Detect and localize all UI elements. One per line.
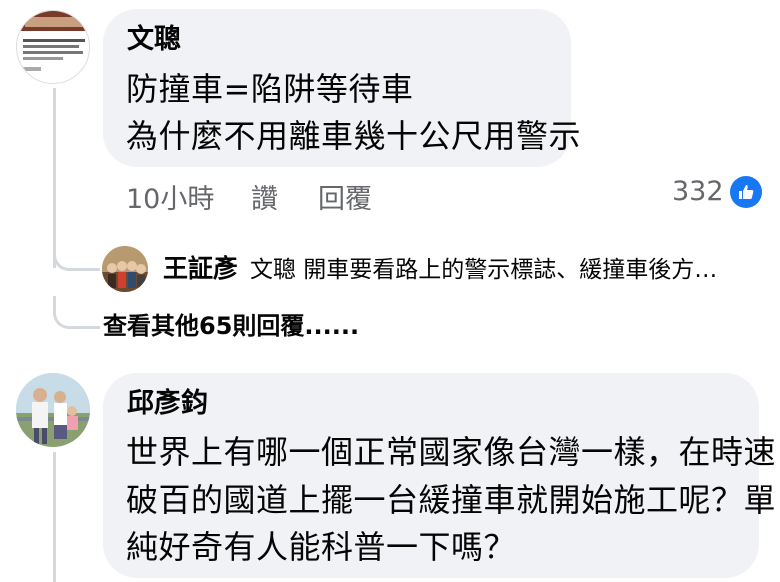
avatar-image — [102, 246, 148, 292]
reply-button[interactable]: 回覆 — [318, 184, 372, 216]
comment-timestamp[interactable]: 10小時 — [126, 184, 214, 216]
reply-author[interactable]: 王証彥 — [163, 254, 238, 284]
comment-text-line: 純好奇有人能科普一下嗎？ — [126, 528, 517, 566]
comment-text-line: 防撞車=陷阱等待車 — [126, 70, 414, 108]
comment-text-line: 破百的國道上擺一台緩撞車就開始施工呢？單 — [126, 481, 777, 519]
like-button[interactable]: 讚 — [251, 184, 278, 216]
avatar[interactable] — [102, 246, 148, 292]
reply-preview-text[interactable]: 文聰 開車要看路上的警示標誌、緩撞車後方… — [250, 255, 717, 285]
view-more-replies-link[interactable]: 查看其他65則回覆...... — [103, 311, 359, 341]
thread-branch — [53, 296, 100, 329]
comment-text-line: 為什麼不用離車幾十公尺用警示 — [126, 117, 582, 155]
thread-branch — [53, 240, 100, 271]
comment-author[interactable]: 邱彥鈞 — [127, 388, 208, 420]
reaction-summary[interactable]: 332 — [672, 176, 762, 208]
avatar[interactable] — [16, 10, 90, 84]
comment-text-line: 世界上有哪一個正常國家像台灣一樣，在時速 — [126, 433, 777, 471]
avatar[interactable] — [16, 373, 90, 447]
reaction-count: 332 — [672, 176, 724, 207]
avatar-image — [16, 373, 90, 447]
avatar-image — [17, 11, 89, 71]
like-icon — [729, 176, 762, 208]
comment-author[interactable]: 文聰 — [127, 24, 181, 56]
thread-line — [53, 452, 56, 582]
